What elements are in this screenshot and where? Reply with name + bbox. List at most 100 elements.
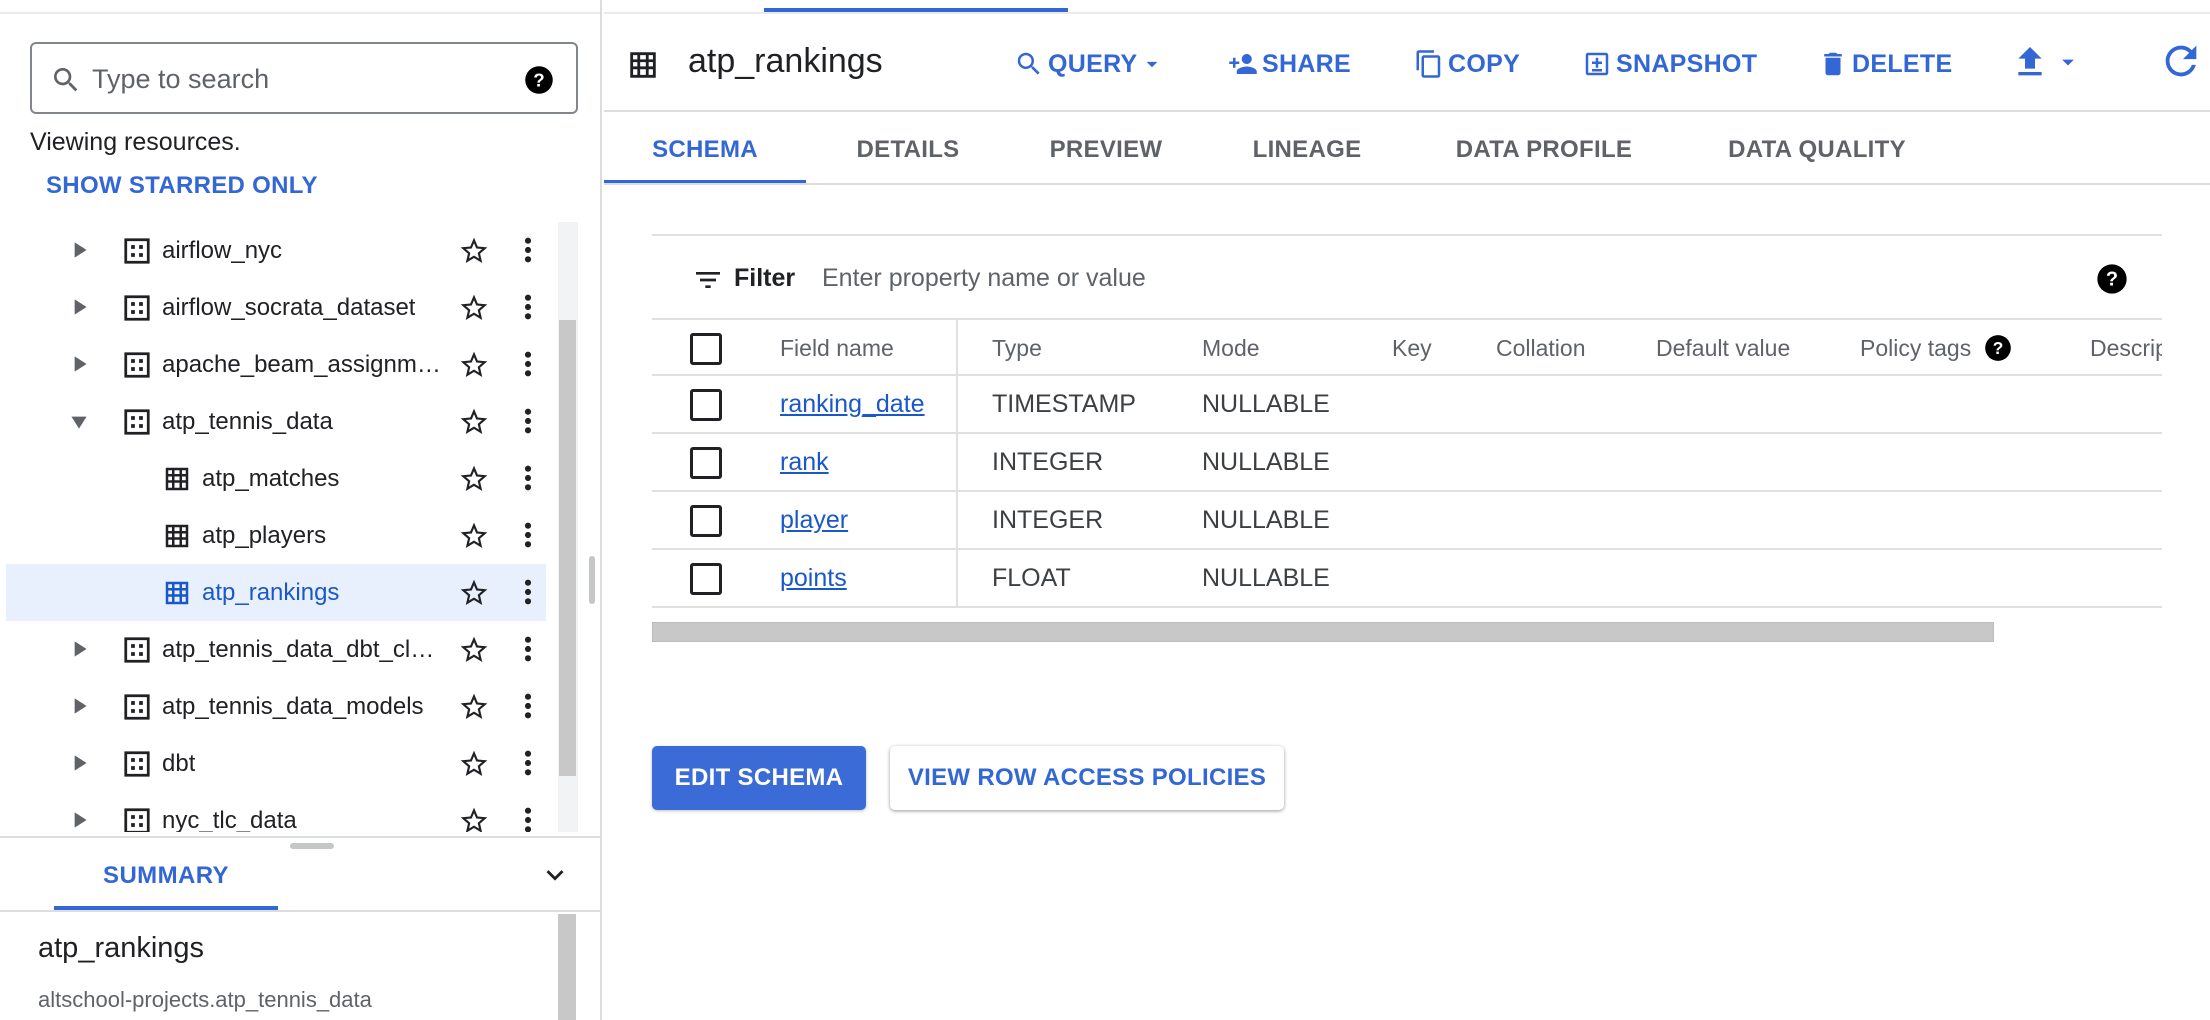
row-checkbox[interactable] <box>690 447 722 479</box>
column-header-mode[interactable]: Mode <box>1202 320 1260 378</box>
tab-schema[interactable]: SCHEMA <box>604 130 806 184</box>
export-button[interactable] <box>2010 40 2086 84</box>
more-vert-icon[interactable] <box>512 690 544 724</box>
more-vert-icon[interactable] <box>512 747 544 781</box>
expand-more-icon[interactable] <box>66 750 92 776</box>
tree-item-table[interactable]: atp_matches <box>6 450 546 507</box>
tree-item-table[interactable]: atp_rankings <box>6 564 546 621</box>
edit-schema-button[interactable]: EDIT SCHEMA <box>652 746 866 810</box>
expand-more-icon[interactable] <box>66 294 92 320</box>
chevron-down-icon[interactable] <box>538 858 572 892</box>
star-icon[interactable] <box>458 292 490 324</box>
select-all-checkbox[interactable] <box>690 333 722 365</box>
help-icon[interactable]: ? <box>1984 334 2012 362</box>
expand-more-icon[interactable] <box>66 693 92 719</box>
schema-row: player INTEGER NULLABLE <box>652 492 2162 550</box>
tree-scrollbar-thumb[interactable] <box>559 320 576 776</box>
column-header-policy-tags[interactable]: Policy tags ? <box>1860 320 2012 378</box>
star-icon[interactable] <box>458 520 490 552</box>
tab-lineage[interactable]: LINEAGE <box>1232 130 1382 184</box>
snapshot-icon <box>1585 52 1609 76</box>
field-mode: NULLABLE <box>1202 448 1330 476</box>
tab-summary[interactable]: SUMMARY <box>54 856 278 910</box>
more-vert-icon[interactable] <box>512 804 544 832</box>
more-vert-icon[interactable] <box>512 405 544 439</box>
star-icon[interactable] <box>458 349 490 381</box>
row-checkbox[interactable] <box>690 389 722 421</box>
column-header-collation[interactable]: Collation <box>1496 320 1586 378</box>
help-icon[interactable]: ? <box>524 65 554 95</box>
filter-icon <box>696 272 720 288</box>
tree-item-dataset[interactable]: atp_tennis_data_dbt_clo… <box>6 621 546 678</box>
person-add-icon <box>1229 54 1257 74</box>
expand-more-icon[interactable] <box>66 636 92 662</box>
field-name-link[interactable]: rank <box>780 434 829 492</box>
star-icon[interactable] <box>458 691 490 723</box>
row-checkbox[interactable] <box>690 563 722 595</box>
tree-item-dataset[interactable]: airflow_socrata_dataset <box>6 279 546 336</box>
tab-data-quality[interactable]: DATA QUALITY <box>1718 130 1916 184</box>
column-header-default-value[interactable]: Default value <box>1656 320 1790 378</box>
row-checkbox[interactable] <box>690 505 722 537</box>
expand-more-icon[interactable] <box>66 237 92 263</box>
horizontal-scrollbar[interactable] <box>652 622 1994 642</box>
more-vert-icon[interactable] <box>512 234 544 268</box>
expand-more-icon[interactable] <box>66 351 92 377</box>
snapshot-button[interactable]: SNAPSHOT <box>1582 44 1757 84</box>
delete-button[interactable]: DELETE <box>1818 44 1952 84</box>
column-header-key[interactable]: Key <box>1392 320 1432 378</box>
column-header-type[interactable]: Type <box>992 320 1042 378</box>
field-type: INTEGER <box>992 506 1104 534</box>
more-vert-icon[interactable] <box>512 462 544 496</box>
more-vert-icon[interactable] <box>512 576 544 610</box>
expand-less-icon[interactable] <box>66 408 92 434</box>
star-icon[interactable] <box>458 577 490 609</box>
tree-item-dataset[interactable]: dbt <box>6 735 546 792</box>
tree-item-dataset[interactable]: nyc_tlc_data <box>6 792 546 832</box>
more-vert-icon[interactable] <box>512 348 544 382</box>
expand-more-icon[interactable] <box>66 807 92 832</box>
table-icon <box>162 521 192 551</box>
explorer-search-box[interactable]: ? <box>30 42 578 114</box>
view-row-access-policies-button[interactable]: VIEW ROW ACCESS POLICIES <box>890 746 1284 810</box>
query-button[interactable]: QUERY <box>1014 44 1169 84</box>
tree-item-label: apache_beam_assignme… <box>162 351 446 378</box>
star-icon[interactable] <box>458 748 490 780</box>
tab-data-profile[interactable]: DATA PROFILE <box>1450 130 1638 184</box>
tab-preview[interactable]: PREVIEW <box>1022 130 1190 184</box>
table-icon <box>162 464 192 494</box>
tree-item-dataset[interactable]: atp_tennis_data <box>6 393 546 450</box>
tree-item-label: atp_tennis_data_dbt_clo… <box>162 636 446 663</box>
star-icon[interactable] <box>458 235 490 267</box>
search-input[interactable] <box>92 58 512 100</box>
star-icon[interactable] <box>458 406 490 438</box>
filter-input[interactable] <box>822 256 1522 300</box>
summary-scrollbar[interactable] <box>558 914 576 1020</box>
panel-resize-handle[interactable] <box>589 556 595 604</box>
show-starred-only-link[interactable]: SHOW STARRED ONLY <box>46 172 318 200</box>
field-name-link[interactable]: ranking_date <box>780 376 925 434</box>
star-icon[interactable] <box>458 463 490 495</box>
star-icon[interactable] <box>458 634 490 666</box>
share-button[interactable]: SHARE <box>1228 44 1351 84</box>
tree-item-dataset[interactable]: airflow_nyc <box>6 222 546 279</box>
star-icon[interactable] <box>458 805 490 832</box>
column-header-description[interactable]: Descrip <box>2090 320 2162 378</box>
more-vert-icon[interactable] <box>512 633 544 667</box>
field-mode: NULLABLE <box>1202 564 1330 592</box>
refresh-icon[interactable] <box>2158 38 2204 84</box>
field-name-link[interactable]: player <box>780 492 848 550</box>
copy-button[interactable]: COPY <box>1414 44 1520 84</box>
column-header-field-name[interactable]: Field name <box>780 320 894 378</box>
summary-drag-handle[interactable] <box>290 843 334 849</box>
more-vert-icon[interactable] <box>512 519 544 553</box>
upload-icon <box>2018 47 2042 76</box>
filter-bar: Filter ? <box>652 236 2162 318</box>
tree-item-dataset[interactable]: apache_beam_assignme… <box>6 336 546 393</box>
tab-details[interactable]: DETAILS <box>828 130 988 184</box>
tree-item-dataset[interactable]: atp_tennis_data_models <box>6 678 546 735</box>
field-name-link[interactable]: points <box>780 550 847 608</box>
help-icon[interactable]: ? <box>2096 263 2128 295</box>
more-vert-icon[interactable] <box>512 291 544 325</box>
tree-item-table[interactable]: atp_players <box>6 507 546 564</box>
